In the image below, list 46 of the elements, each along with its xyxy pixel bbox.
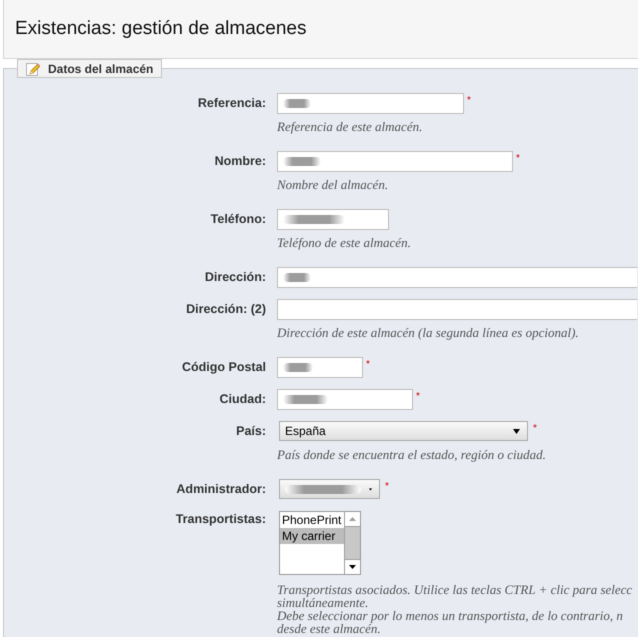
text-input[interactable] <box>277 151 513 172</box>
field-label: Transportistas: <box>176 511 266 528</box>
up-arrow-icon <box>349 517 356 521</box>
hint-text: desde este almacén. <box>277 622 381 635</box>
page-title: Existencias: gestión de almacenes <box>15 16 306 41</box>
caret-icon <box>513 428 520 434</box>
hint-text: Referencia de este almacén. <box>277 120 422 133</box>
caret-icon <box>369 486 372 492</box>
text-input[interactable] <box>277 357 363 378</box>
hint-text: simultáneamente. <box>277 596 368 609</box>
hint-text: Transportistas asociados. Utilice las teclas CTRL + clic para selecc <box>277 583 632 596</box>
dropdown[interactable] <box>279 479 380 499</box>
pencil-icon <box>26 62 40 76</box>
hint-text: Teléfono de este almacén. <box>277 236 411 249</box>
field-label: Teléfono: <box>210 211 266 228</box>
text-input[interactable] <box>277 299 637 320</box>
down-arrow-icon <box>349 565 356 569</box>
dropdown[interactable]: España <box>279 421 528 441</box>
field-label: Nombre: <box>214 153 266 170</box>
required-asterisk: * <box>516 154 520 164</box>
field-label: Código Postal <box>182 359 266 376</box>
required-asterisk: * <box>366 360 370 370</box>
scroll-up-button[interactable] <box>345 512 360 527</box>
text-input[interactable] <box>277 267 637 288</box>
required-asterisk: * <box>533 424 537 434</box>
required-asterisk: * <box>416 392 420 402</box>
hint-text: País donde se encuentra el estado, región o ciudad. <box>277 448 546 461</box>
scroll-down-button[interactable] <box>345 559 360 574</box>
legend-title: Datos del almacén <box>48 60 154 78</box>
field-label: Ciudad: <box>219 391 266 408</box>
listbox-option[interactable]: My carrier <box>280 528 344 544</box>
field-label: Dirección: (2) <box>186 301 266 318</box>
text-input[interactable] <box>277 93 464 114</box>
field-label: Administrador: <box>176 481 266 498</box>
hint-text: Debe seleccionar por lo menos un transportista, de lo contrario, n <box>277 609 623 622</box>
carrier-listbox[interactable]: PhonePrint My carrier <box>279 511 361 575</box>
field-label: País: <box>236 423 266 440</box>
scrollbar[interactable] <box>344 512 360 574</box>
field-label: Dirección: <box>204 269 266 286</box>
field-label: Referencia: <box>198 95 266 112</box>
hint-text: Nombre del almacén. <box>277 178 388 191</box>
required-asterisk: * <box>385 482 389 492</box>
text-input[interactable] <box>277 209 389 230</box>
required-asterisk: * <box>467 96 471 106</box>
text-input[interactable] <box>277 389 413 410</box>
hint-text: Dirección de este almacén (la segunda línea es opcional). <box>277 326 579 339</box>
